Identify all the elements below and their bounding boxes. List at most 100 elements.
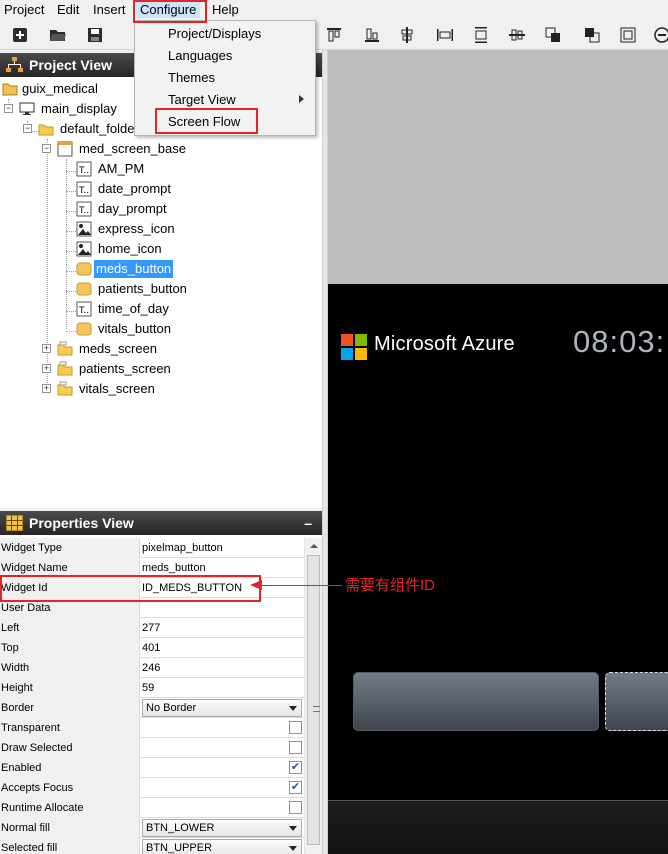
property-name: Runtime Allocate <box>0 798 140 818</box>
tree-node-time-of-day[interactable]: T.. time_of_day <box>76 300 276 318</box>
property-value-height[interactable]: 59 <box>141 678 304 698</box>
property-row-left: Left 277 <box>0 618 304 638</box>
tree-node-patients-button[interactable]: patients_button <box>76 280 276 298</box>
equal-height-button[interactable] <box>471 25 491 45</box>
highlight-widget-id-row <box>0 575 261 602</box>
menu-edit[interactable]: Edit <box>57 2 79 18</box>
menu-item-themes[interactable]: Themes <box>168 70 215 86</box>
tree-node-home-icon[interactable]: home_icon <box>76 240 276 258</box>
align-bottom-button[interactable] <box>362 25 382 45</box>
property-combo-border[interactable]: No Border <box>142 699 302 717</box>
annotation-arrow-icon <box>250 580 262 590</box>
display-icon <box>19 102 35 115</box>
property-checkbox-accepts-focus[interactable]: ✔ <box>289 781 302 794</box>
collapse-toggle[interactable]: − <box>4 104 13 113</box>
toolbar <box>0 21 668 50</box>
menu-insert[interactable]: Insert <box>93 2 126 18</box>
tree-node-meds-button[interactable]: meds_button <box>76 260 276 278</box>
menu-project[interactable]: Project <box>4 2 44 18</box>
dropdown-arrow-icon <box>289 706 297 711</box>
property-combo-selected-fill[interactable]: BTN_UPPER <box>142 839 302 854</box>
collapse-toggle[interactable]: − <box>42 144 51 153</box>
property-name: Height <box>0 678 140 698</box>
scroll-thumb[interactable] <box>307 555 320 845</box>
property-checkbox-enabled[interactable]: ✔ <box>289 761 302 774</box>
logo-square-red <box>341 334 353 346</box>
text-widget-icon: T.. <box>76 181 92 197</box>
save-icon <box>88 28 102 42</box>
svg-text:T..: T.. <box>78 206 89 216</box>
property-checkbox-transparent[interactable] <box>289 721 302 734</box>
brand-text: Microsoft Azure <box>374 333 515 355</box>
property-value-left[interactable]: 277 <box>141 618 304 638</box>
property-row-border: Border No Border <box>0 698 304 718</box>
menu-item-languages[interactable]: Languages <box>168 48 232 64</box>
text-widget-icon: T.. <box>76 161 92 177</box>
icon-widget-icon <box>76 221 92 237</box>
menu-item-project-displays[interactable]: Project/Displays <box>168 26 261 42</box>
property-row-draw-selected: Draw Selected <box>0 738 304 758</box>
dropdown-arrow-icon <box>289 826 297 831</box>
properties-grid-icon <box>6 515 23 531</box>
tree-node-window[interactable]: − med_screen_base <box>42 140 282 158</box>
move-to-front-icon <box>545 27 560 42</box>
move-to-back-button[interactable] <box>582 25 602 45</box>
minimize-icon[interactable]: – <box>304 511 312 535</box>
text-widget-icon: T.. <box>76 301 92 317</box>
tree-node-am-pm[interactable]: T.. AM_PM <box>76 160 276 178</box>
zoom-out-button[interactable] <box>652 25 668 45</box>
open-project-button[interactable] <box>48 25 68 45</box>
property-value-widget-type[interactable]: pixelmap_button <box>141 538 304 558</box>
menu-item-target-view[interactable]: Target View <box>168 92 236 108</box>
size-to-fit-button[interactable] <box>618 25 638 45</box>
property-row-enabled: Enabled ✔ <box>0 758 304 778</box>
property-value-width[interactable]: 246 <box>141 658 304 678</box>
center-vertical-button[interactable] <box>397 25 417 45</box>
property-name: Left <box>0 618 140 638</box>
center-horizontal-icon <box>509 29 525 41</box>
new-widget-button[interactable] <box>10 25 30 45</box>
property-checkbox-runtime-allocate[interactable] <box>289 801 302 814</box>
property-value-top[interactable]: 401 <box>141 638 304 658</box>
menu-help[interactable]: Help <box>212 2 239 18</box>
combo-value: BTN_UPPER <box>146 842 213 854</box>
expand-toggle[interactable]: + <box>42 344 51 353</box>
clock-text: 08:03: <box>573 324 666 359</box>
tree-node-vitals-button[interactable]: vitals_button <box>76 320 276 338</box>
align-top-button[interactable] <box>324 25 344 45</box>
property-combo-normal-fill[interactable]: BTN_LOWER <box>142 819 302 837</box>
property-checkbox-draw-selected[interactable] <box>289 741 302 754</box>
tree-node-day-prompt[interactable]: T.. day_prompt <box>76 200 276 218</box>
center-horizontal-button[interactable] <box>507 25 527 45</box>
tree-node-date-prompt[interactable]: T.. date_prompt <box>76 180 276 198</box>
button-icon <box>76 282 92 296</box>
property-name: Normal fill <box>0 818 140 838</box>
equal-width-button[interactable] <box>435 25 455 45</box>
property-row-selected-fill: Selected fill BTN_UPPER <box>0 838 304 854</box>
property-name: Selected fill <box>0 838 140 854</box>
screen-preview[interactable]: Microsoft Azure 08:03: <box>328 284 668 800</box>
property-row-width: Width 246 <box>0 658 304 678</box>
project-icon <box>2 83 18 96</box>
expand-toggle[interactable]: + <box>42 364 51 373</box>
move-to-front-button[interactable] <box>543 25 563 45</box>
move-to-back-icon <box>585 28 600 43</box>
collapse-toggle[interactable]: − <box>23 124 32 133</box>
highlight-screen-flow <box>155 108 258 134</box>
patients-button-widget[interactable] <box>605 672 668 731</box>
combo-value: No Border <box>146 702 197 714</box>
svg-text:T..: T.. <box>78 166 89 176</box>
tree-node-patients-screen[interactable]: + patients_screen <box>42 360 282 378</box>
save-project-button[interactable] <box>85 25 105 45</box>
scroll-up-icon[interactable] <box>310 544 318 548</box>
logo-square-green <box>355 334 367 346</box>
design-canvas[interactable]: Microsoft Azure 08:03: <box>328 50 668 854</box>
tree-node-express-icon[interactable]: express_icon <box>76 220 276 238</box>
tree-node-meds-screen[interactable]: + meds_screen <box>42 340 282 358</box>
property-name: Accepts Focus <box>0 778 140 798</box>
property-name: Draw Selected <box>0 738 140 758</box>
microsoft-logo-icon <box>341 334 367 360</box>
expand-toggle[interactable]: + <box>42 384 51 393</box>
meds-button-widget[interactable] <box>353 672 599 731</box>
tree-node-vitals-screen[interactable]: + vitals_screen <box>42 380 282 398</box>
